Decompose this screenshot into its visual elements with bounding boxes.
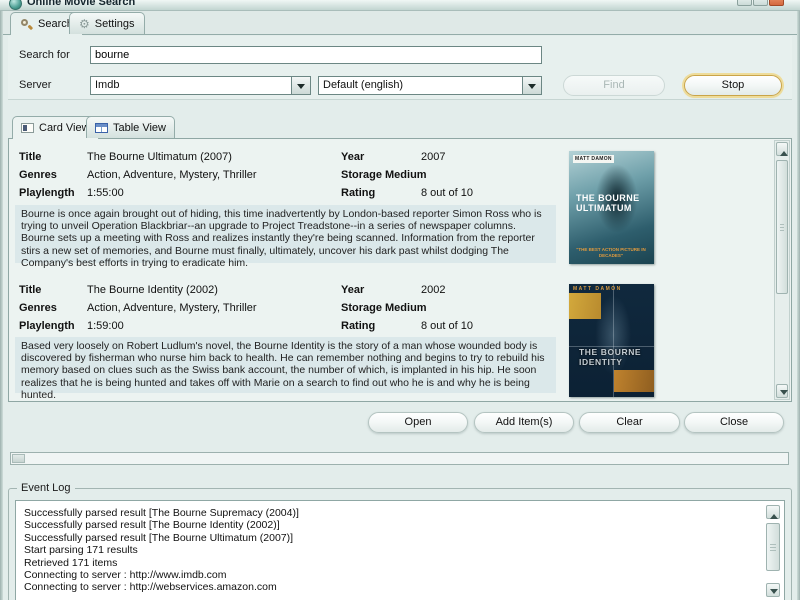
progress-bar: [10, 452, 789, 465]
window-frame-left: [0, 11, 3, 600]
poster-actor-text: MATT DAMON: [573, 155, 614, 163]
log-line: Connecting to server : http://www.imdb.c…: [16, 569, 784, 581]
search-input[interactable]: [90, 46, 542, 64]
poster-crosshair: [613, 284, 614, 397]
card-view-icon: [21, 123, 34, 133]
results-card-view: Title The Bourne Ultimatum (2007) Genres…: [8, 138, 792, 402]
search-icon: [20, 18, 33, 31]
field-label-storage: Storage Medium: [341, 169, 427, 181]
chevron-down-icon[interactable]: [522, 77, 541, 94]
poster-tagline-text: "THE BEST ACTION PICTURE IN DECADES": [575, 247, 647, 258]
app-icon: [9, 0, 22, 10]
poster-title-text: THE BOURNE IDENTITY: [579, 348, 645, 367]
clear-button[interactable]: Clear: [579, 412, 680, 433]
field-label-storage: Storage Medium: [341, 302, 427, 314]
online-movie-search-window: { "window": { "title": "Online Movie Sea…: [0, 0, 800, 600]
log-line: Successfully parsed result [The Bourne U…: [16, 532, 784, 544]
movie-rating: 8 out of 10: [421, 320, 473, 332]
movie-title: The Bourne Ultimatum (2007): [87, 151, 232, 163]
movie-description: Bourne is once again brought out of hidi…: [15, 205, 556, 263]
tab-settings[interactable]: ⚙ Settings: [69, 12, 145, 34]
tab-card-view-label: Card View: [39, 122, 90, 134]
gear-icon: ⚙: [79, 18, 90, 30]
chevron-down-icon[interactable]: [291, 77, 310, 94]
poster-title-text: THE BOURNE ULTIMATUM: [576, 193, 646, 213]
field-label-genres: Genres: [19, 302, 57, 314]
movie-playlength: 1:55:00: [87, 187, 124, 199]
scroll-up-icon[interactable]: [766, 505, 780, 519]
language-select-value: Default (english): [323, 79, 519, 91]
language-select[interactable]: Default (english): [318, 76, 542, 95]
movie-description: Based very loosely on Robert Ludlum's no…: [15, 337, 556, 393]
event-log-group: Event Log Successfully parsed result [Th…: [8, 488, 792, 600]
minimize-button[interactable]: [737, 0, 752, 6]
event-log-scrollbar[interactable]: [765, 505, 781, 597]
tab-table-view-label: Table View: [113, 122, 166, 134]
tab-search-label: Search: [38, 18, 73, 30]
movie-playlength: 1:59:00: [87, 320, 124, 332]
field-label-playlength: Playlength: [19, 187, 75, 199]
search-for-label: Search for: [19, 49, 70, 61]
server-label: Server: [19, 79, 51, 91]
poster-art-block: [614, 370, 654, 392]
title-bar[interactable]: Online Movie Search: [0, 0, 800, 11]
movie-genres: Action, Adventure, Mystery, Thriller: [87, 169, 257, 181]
server-select-value: Imdb: [95, 79, 288, 91]
scroll-down-icon[interactable]: [776, 384, 788, 398]
movie-year: 2002: [421, 284, 445, 296]
field-label-title: Title: [19, 284, 41, 296]
log-line: Successfully parsed result [The Bourne I…: [16, 519, 784, 531]
add-items-button[interactable]: Add Item(s): [474, 412, 574, 433]
field-label-year: Year: [341, 284, 364, 296]
field-label-playlength: Playlength: [19, 320, 75, 332]
results-scrollbar[interactable]: [774, 140, 790, 400]
movie-rating: 8 out of 10: [421, 187, 473, 199]
movie-poster: MATT DAMON THE BOURNE IDENTITY: [569, 284, 654, 397]
movie-title: The Bourne Identity (2002): [87, 284, 218, 296]
field-label-title: Title: [19, 151, 41, 163]
event-log-box: Successfully parsed result [The Bourne S…: [15, 500, 785, 600]
field-label-genres: Genres: [19, 169, 57, 181]
results-scrollbar-thumb[interactable]: [776, 160, 788, 294]
field-label-rating: Rating: [341, 187, 375, 199]
find-button[interactable]: Find: [563, 75, 665, 96]
search-tab-panel: Search for Server Imdb Default (english)…: [3, 35, 797, 600]
movie-poster: MATT DAMON THE BOURNE ULTIMATUM "THE BES…: [569, 151, 654, 264]
maximize-button[interactable]: [753, 0, 768, 6]
scroll-down-icon[interactable]: [766, 583, 780, 597]
tab-table-view[interactable]: Table View: [86, 116, 175, 138]
field-label-rating: Rating: [341, 320, 375, 332]
poster-actor-text: MATT DAMON: [573, 286, 622, 292]
event-log-title: Event Log: [17, 482, 75, 494]
movie-genres: Action, Adventure, Mystery, Thriller: [87, 302, 257, 314]
table-view-icon: [95, 123, 108, 133]
server-select[interactable]: Imdb: [90, 76, 311, 95]
log-line: Connecting to server : http://webservice…: [16, 581, 784, 593]
close-button[interactable]: Close: [684, 412, 784, 433]
log-line: Start parsing 171 results: [16, 544, 784, 556]
log-line: Successfully parsed result [The Bourne S…: [16, 507, 784, 519]
event-log-scrollbar-thumb[interactable]: [766, 523, 780, 571]
close-window-button[interactable]: [769, 0, 784, 6]
stop-button[interactable]: Stop: [684, 75, 782, 96]
window-title: Online Movie Search: [27, 0, 135, 8]
field-label-year: Year: [341, 151, 364, 163]
movie-year: 2007: [421, 151, 445, 163]
open-button[interactable]: Open: [368, 412, 468, 433]
search-form: Search for Server Imdb Default (english)…: [8, 36, 792, 100]
log-line: Retrieved 171 items: [16, 557, 784, 569]
scroll-up-icon[interactable]: [776, 142, 788, 156]
tab-settings-label: Settings: [95, 18, 135, 30]
progress-thumb: [12, 454, 25, 463]
poster-art-block: [569, 293, 601, 319]
